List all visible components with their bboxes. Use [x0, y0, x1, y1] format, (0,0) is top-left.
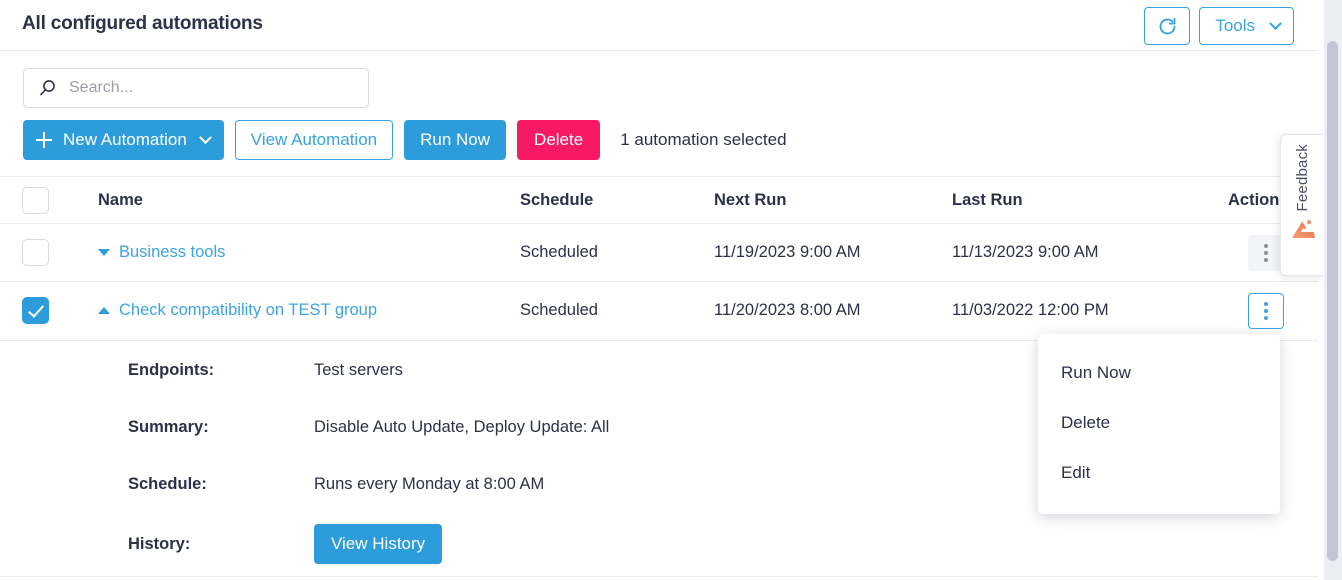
row-schedule: Scheduled [520, 243, 598, 261]
page-header: All configured automations Tools [0, 0, 1318, 51]
row-actions-dropdown-menu: Run Now Delete Edit [1038, 334, 1280, 514]
endpoints-value: Test servers [314, 361, 403, 379]
search-icon [40, 80, 55, 96]
menu-item-delete[interactable]: Delete [1038, 398, 1280, 448]
select-all-cell [0, 186, 98, 214]
automations-table: Name Schedule Next Run Last Run Actions … [0, 176, 1318, 339]
table-row: Business tools Scheduled 11/19/2023 9:00… [0, 223, 1318, 281]
feedback-label: Feedback [1294, 144, 1311, 212]
endpoints-label: Endpoints: [128, 361, 215, 379]
dot-icon [1264, 315, 1268, 320]
summary-value: Disable Auto Update, Deploy Update: All [314, 418, 610, 436]
dot-icon [1264, 243, 1268, 248]
new-automation-button[interactable]: New Automation [23, 120, 224, 160]
run-now-button[interactable]: Run Now [404, 120, 507, 160]
menu-item-run-now[interactable]: Run Now [1038, 348, 1280, 398]
schedule-label: Schedule: [128, 475, 207, 493]
tools-label: Tools [1215, 16, 1255, 35]
summary-label: Summary: [128, 418, 209, 436]
plus-icon [36, 132, 52, 148]
vertical-scrollbar-thumb[interactable] [1327, 41, 1338, 561]
chevron-down-icon [1269, 16, 1282, 31]
refresh-icon [1159, 17, 1176, 34]
row-select-cell [0, 239, 98, 266]
column-header-last-run[interactable]: Last Run [952, 191, 1228, 210]
column-header-schedule[interactable]: Schedule [520, 191, 714, 210]
history-label: History: [128, 534, 191, 553]
action-button-row: New Automation View Automation Run Now D… [23, 120, 787, 160]
row-name-cell: Check compatibility on TEST group [98, 301, 520, 320]
automation-name-link[interactable]: Check compatibility on TEST group [119, 301, 377, 320]
dot-icon [1264, 250, 1268, 255]
row-last-run: 11/03/2022 12:00 PM [952, 301, 1109, 319]
dot-icon [1264, 257, 1268, 262]
collapse-toggle-icon[interactable] [98, 307, 110, 314]
view-automation-button[interactable]: View Automation [234, 120, 394, 160]
detail-row-endpoints: Endpoints: Test servers [128, 361, 403, 380]
menu-item-edit[interactable]: Edit [1038, 448, 1280, 498]
column-header-name[interactable]: Name [98, 191, 520, 210]
toolbar: New Automation View Automation Run Now D… [0, 51, 1318, 176]
row-checkbox[interactable] [22, 297, 49, 324]
dot-icon [1264, 308, 1268, 313]
row-schedule: Scheduled [520, 301, 598, 319]
chevron-down-icon [198, 130, 212, 145]
row-name-cell: Business tools [98, 243, 520, 262]
row-last-run: 11/13/2023 9:00 AM [952, 243, 1099, 261]
row-select-cell [0, 297, 98, 324]
row-next-run: 11/19/2023 9:00 AM [714, 243, 861, 261]
feedback-tab[interactable]: Feedback [1280, 134, 1324, 276]
view-history-button[interactable]: View History [314, 524, 443, 564]
row-actions-cell [1228, 292, 1318, 329]
selection-status: 1 automation selected [620, 130, 787, 149]
detail-row-schedule: Schedule: Runs every Monday at 8:00 AM [128, 475, 544, 494]
search-box[interactable] [23, 68, 369, 108]
row-actions-menu-button[interactable] [1248, 234, 1284, 271]
table-row: Check compatibility on TEST group Schedu… [0, 281, 1318, 339]
automations-page: All configured automations Tools Search.… [0, 0, 1342, 580]
select-all-checkbox[interactable] [22, 186, 49, 214]
new-automation-label: New Automation [63, 130, 187, 149]
delete-button[interactable]: Delete [517, 120, 601, 160]
detail-row-history: History: View History [128, 524, 443, 564]
expand-toggle-icon[interactable] [98, 249, 110, 256]
table-header-row: Name Schedule Next Run Last Run Actions [0, 176, 1318, 223]
tools-dropdown-button[interactable]: Tools [1199, 7, 1294, 45]
refresh-button[interactable] [1144, 7, 1191, 45]
feedback-logo-icon [1290, 219, 1316, 245]
column-header-next-run[interactable]: Next Run [714, 191, 952, 210]
detail-row-summary: Summary: Disable Auto Update, Deploy Upd… [128, 418, 609, 437]
row-next-run: 11/20/2023 8:00 AM [714, 301, 861, 319]
automation-name-link[interactable]: Business tools [119, 243, 225, 262]
page-title: All configured automations [22, 13, 263, 34]
row-actions-menu-button[interactable] [1248, 292, 1284, 329]
dot-icon [1264, 301, 1268, 306]
row-checkbox[interactable] [22, 239, 49, 266]
schedule-value: Runs every Monday at 8:00 AM [314, 475, 545, 493]
search-input[interactable] [69, 79, 339, 97]
header-actions: Tools [1144, 7, 1294, 45]
